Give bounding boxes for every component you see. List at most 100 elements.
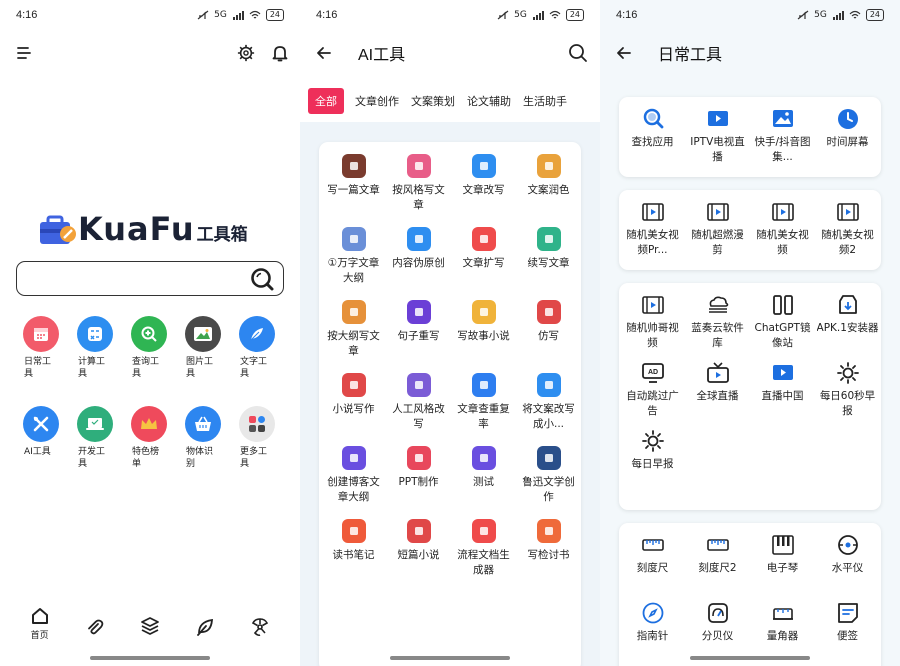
daily-tool-label: 快手/抖音图集...	[754, 136, 811, 163]
daily-tool-item[interactable]: APK.1安装器	[815, 293, 880, 351]
daily-tool-item[interactable]: 全球直播	[685, 361, 750, 419]
daily-tool-item[interactable]: 蓝奏云软件库	[685, 293, 750, 351]
daily-tool-item[interactable]: 随机帅哥视频	[620, 293, 685, 351]
ai-tool-item[interactable]: PPT制作	[386, 446, 451, 505]
ai-tool-item[interactable]: 仿写	[516, 300, 581, 359]
ai-tool-item[interactable]: 续写文章	[516, 227, 581, 286]
daily-tool-item[interactable]: 查找应用	[620, 107, 685, 165]
category-ranking[interactable]: 特色榜单	[122, 406, 176, 470]
daily-tool-item[interactable]: 每日60秒早报	[815, 361, 880, 419]
daily-tool-item[interactable]: 水平仪	[815, 533, 880, 591]
category-dev[interactable]: 开发工具	[68, 406, 122, 470]
ai-tool-item[interactable]: 文案润色	[516, 154, 581, 213]
daily-tool-label: 电子琴	[766, 562, 799, 574]
search-box[interactable]	[16, 261, 284, 296]
sun-icon	[640, 429, 666, 453]
gesture-bar[interactable]	[90, 656, 210, 660]
ai-tool-item[interactable]: 文章查重复率	[451, 373, 516, 432]
ai-tool-item[interactable]: 流程文档生成器	[451, 519, 516, 578]
daily-tool-item[interactable]: AD 自动跳过广告	[620, 361, 685, 419]
status-bar: 4:16 5G 24	[600, 0, 900, 30]
daily-tool-item[interactable]: 刻度尺2	[685, 533, 750, 591]
ai-tool-item[interactable]: 人工风格改写	[386, 373, 451, 432]
ai-tool-item[interactable]: 小说写作	[321, 373, 386, 432]
daily-tool-item[interactable]: 随机美女视频2	[815, 200, 880, 258]
daily-tool-item[interactable]: 直播中国	[750, 361, 815, 419]
ai-tool-item[interactable]: 文章扩写	[451, 227, 516, 286]
laptop-icon	[77, 406, 113, 442]
daily-toolbar: 日常工具	[600, 30, 900, 76]
daily-tool-item[interactable]: 分贝仪	[685, 601, 750, 659]
ai-tool-icon	[536, 373, 561, 397]
daily-tool-item[interactable]: 时间屏幕	[815, 107, 880, 165]
daily-tool-item[interactable]: 随机美女视频	[750, 200, 815, 258]
ai-tool-item[interactable]: 内容伪原创	[386, 227, 451, 286]
daily-tool-item[interactable]: IPTV电视直播	[685, 107, 750, 165]
back-button[interactable]	[310, 39, 338, 67]
category-more[interactable]: 更多工具	[230, 406, 284, 470]
ai-tool-item[interactable]: 鲁迅文学创作	[516, 446, 581, 505]
category-object[interactable]: 物体识别	[176, 406, 230, 470]
tools-group-4: 刻度尺 刻度尺2 电子琴 水平仪指南针 分贝仪 量角器 便签	[619, 523, 881, 666]
tab-article[interactable]: 文章创作	[350, 88, 404, 114]
search-button[interactable]	[564, 39, 592, 67]
daily-tool-item[interactable]: 快手/抖音图集...	[750, 107, 815, 165]
tv-icon	[705, 107, 731, 131]
nav-home[interactable]: 首页	[20, 606, 60, 641]
ai-tool-icon	[341, 519, 366, 543]
tab-all[interactable]: 全部	[308, 88, 344, 114]
ai-tool-label: 鲁迅文学创作	[522, 476, 575, 503]
tab-copywriting[interactable]: 文案策划	[406, 88, 460, 114]
ai-tool-item[interactable]: 按大纲写文章	[321, 300, 386, 359]
nav-attachments[interactable]	[75, 606, 115, 641]
ai-tool-icon	[406, 300, 431, 324]
ai-tool-item[interactable]: 句子重写	[386, 300, 451, 359]
ruler-icon	[705, 533, 731, 557]
ai-tool-item[interactable]: 创建博客文章大纲	[321, 446, 386, 505]
back-button[interactable]	[610, 39, 638, 67]
category-text[interactable]: 文字工具	[230, 316, 284, 380]
daily-tool-item[interactable]: ChatGPT镜像站	[750, 293, 815, 351]
settings-button[interactable]	[232, 39, 260, 67]
search-icon[interactable]	[249, 266, 275, 292]
ai-tool-label: 短篇小说	[397, 549, 440, 561]
daily-tool-item[interactable]: 指南针	[620, 601, 685, 659]
category-query[interactable]: 查询工具	[122, 316, 176, 380]
ai-tool-item[interactable]: 测试	[451, 446, 516, 505]
notifications-button[interactable]	[266, 39, 294, 67]
daily-tool-item[interactable]: 刻度尺	[620, 533, 685, 591]
network-type: 5G	[214, 10, 227, 20]
daily-tool-item[interactable]: 随机美女视频Pr...	[620, 200, 685, 258]
ai-tool-item[interactable]: 文章改写	[451, 154, 516, 213]
tab-thesis[interactable]: 论文辅助	[462, 88, 516, 114]
category-calc[interactable]: 计算工具	[68, 316, 122, 380]
ai-tool-item[interactable]: 写故事小说	[451, 300, 516, 359]
daily-tool-item[interactable]: 电子琴	[750, 533, 815, 591]
menu-button[interactable]	[10, 39, 38, 67]
daily-tool-item[interactable]: 随机超燃漫剪	[685, 200, 750, 258]
category-image[interactable]: 图片工具	[176, 316, 230, 380]
nav-radiation[interactable]	[240, 606, 280, 641]
daily-tool-item[interactable]: 每日早报	[620, 429, 685, 487]
ai-tool-label: 将文案改写成小...	[522, 403, 575, 430]
tab-life[interactable]: 生活助手	[518, 88, 572, 114]
ai-tool-item[interactable]: 写一篇文章	[321, 154, 386, 213]
ai-tool-item[interactable]: 短篇小说	[386, 519, 451, 578]
ai-tool-item[interactable]: 写检讨书	[516, 519, 581, 578]
nav-leaf[interactable]	[185, 606, 225, 641]
daily-tool-item[interactable]: 便签	[815, 601, 880, 659]
ai-tool-item[interactable]: 读书笔记	[321, 519, 386, 578]
category-daily[interactable]: 日常工具	[14, 316, 68, 380]
nav-layers[interactable]	[130, 606, 170, 641]
category-ai[interactable]: AI工具	[14, 406, 68, 470]
sun-icon	[835, 361, 861, 385]
ai-tool-item[interactable]: ①万字文章大纲	[321, 227, 386, 286]
ai-tool-item[interactable]: 将文案改写成小...	[516, 373, 581, 432]
gesture-bar[interactable]	[690, 656, 810, 660]
search-input[interactable]	[27, 264, 252, 294]
daily-tool-item[interactable]: 量角器	[750, 601, 815, 659]
category-grid: 日常工具 计算工具 查询工具 图片工具 文字工具 AI工具 开发工具 特色榜单	[14, 316, 286, 470]
battery-level: 24	[565, 9, 584, 21]
gesture-bar[interactable]	[390, 656, 510, 660]
ai-tool-item[interactable]: 按风格写文章	[386, 154, 451, 213]
